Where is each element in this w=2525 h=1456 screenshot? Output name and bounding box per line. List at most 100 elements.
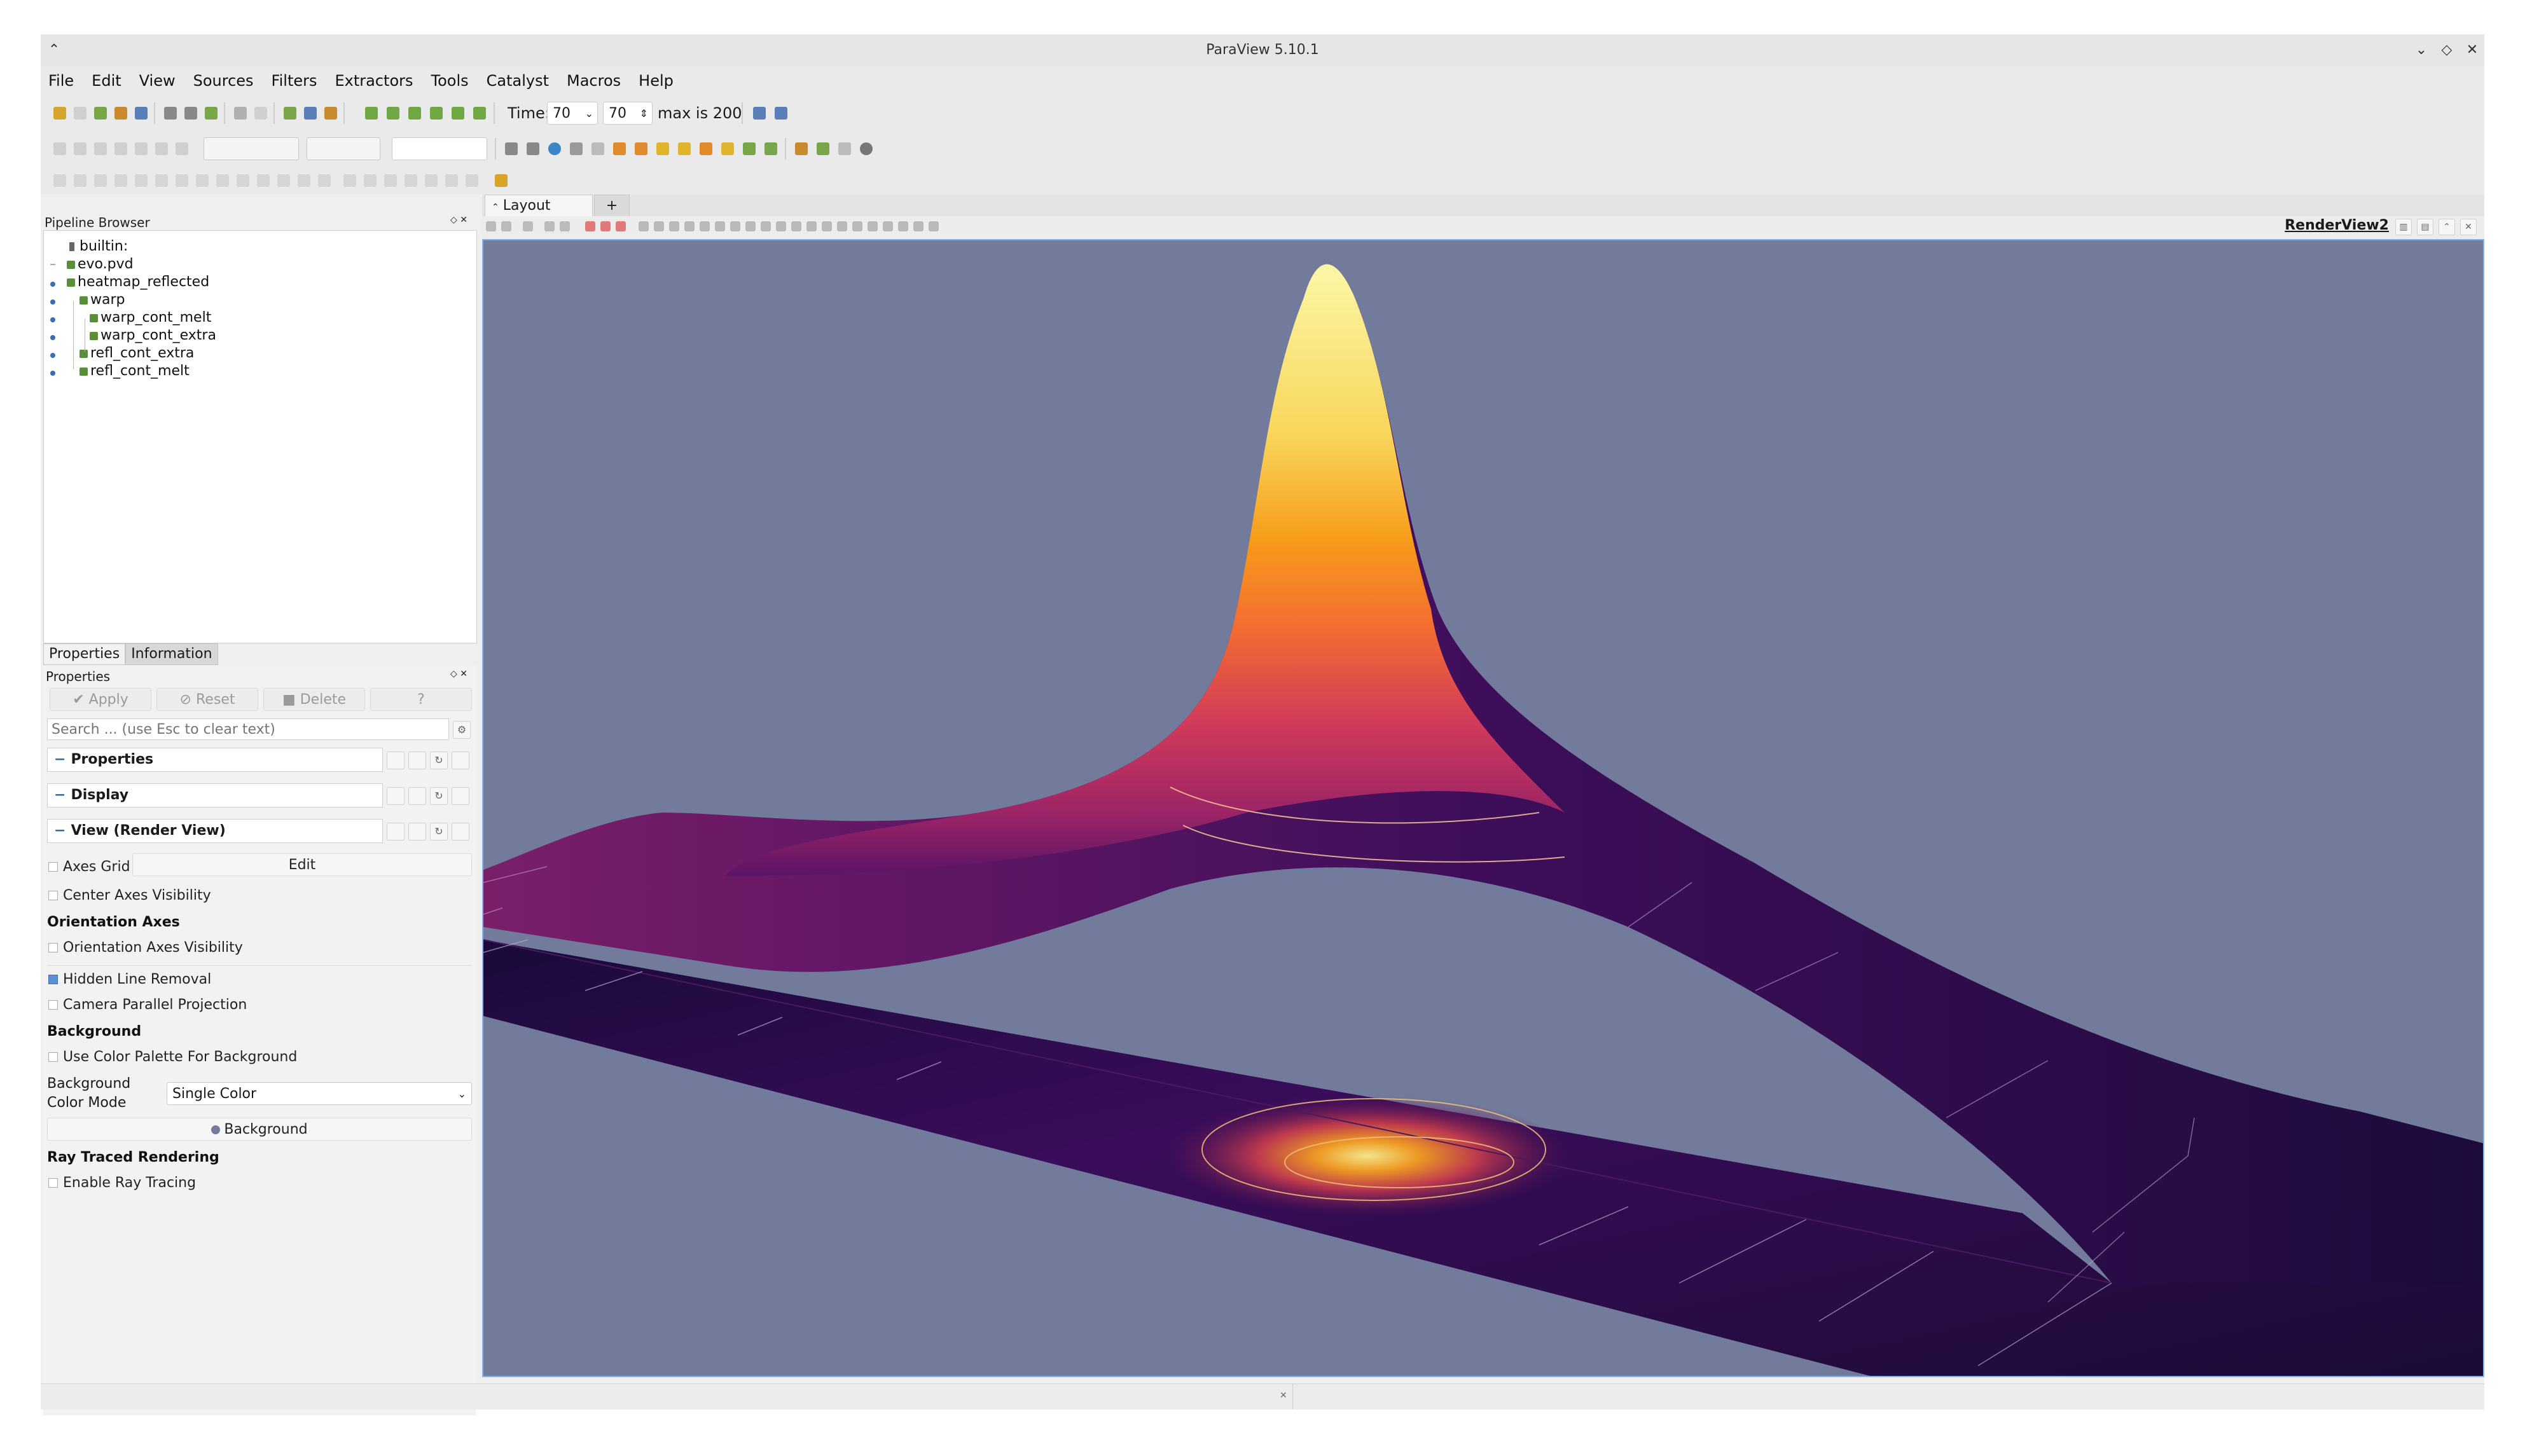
- ruler-icon[interactable]: [495, 174, 508, 187]
- bg-color-mode-select[interactable]: Single Color ⌄: [167, 1082, 472, 1105]
- rotate-icon[interactable]: [764, 142, 777, 155]
- filter-icon[interactable]: [257, 174, 270, 187]
- restore-icon[interactable]: ↻: [430, 823, 448, 841]
- select-icon[interactable]: [913, 221, 924, 231]
- filter-icon[interactable]: [176, 174, 188, 187]
- split-vertical-icon[interactable]: ▤: [2417, 219, 2433, 235]
- select-icon[interactable]: [822, 221, 832, 231]
- filter-icon[interactable]: [466, 174, 478, 187]
- view-tool-icon[interactable]: [544, 221, 555, 231]
- tab-properties[interactable]: Properties: [43, 643, 126, 665]
- first-frame-icon[interactable]: [365, 107, 378, 120]
- filter-icon[interactable]: [445, 174, 458, 187]
- pipeline-item-evo[interactable]: evo.pvd: [67, 256, 134, 272]
- orientation-axes-checkbox[interactable]: Orientation Axes Visibility: [48, 940, 243, 956]
- globe-icon[interactable]: [548, 142, 561, 155]
- macro-icon[interactable]: [184, 107, 197, 120]
- reset-button[interactable]: ⊘ Reset: [156, 688, 258, 711]
- select-icon[interactable]: [868, 221, 878, 231]
- copy-icon[interactable]: [387, 823, 405, 841]
- select-icon[interactable]: [883, 221, 893, 231]
- axis-icon[interactable]: [700, 142, 712, 155]
- undock-icon[interactable]: ◇ ✕: [450, 669, 467, 679]
- section-properties[interactable]: − Properties: [47, 748, 383, 772]
- pipeline-item-refl-cont-melt[interactable]: refl_cont_melt: [80, 363, 190, 379]
- select-icon[interactable]: [585, 221, 595, 231]
- select-icon[interactable]: [929, 221, 939, 231]
- zoom-icon[interactable]: [753, 107, 766, 120]
- trace-icon[interactable]: [205, 107, 218, 120]
- undock-icon[interactable]: ◇ ✕: [450, 215, 467, 225]
- background-color-button[interactable]: Background: [47, 1118, 472, 1141]
- select-icon[interactable]: [684, 221, 695, 231]
- help-button[interactable]: ?: [370, 688, 472, 711]
- filter-icon[interactable]: [384, 174, 397, 187]
- pipeline-item-heatmap-reflected[interactable]: heatmap_reflected: [67, 274, 209, 290]
- toolbar-icon[interactable]: [176, 142, 188, 155]
- minimize-icon[interactable]: ⌄: [2412, 41, 2431, 60]
- undo-icon[interactable]: [234, 107, 247, 120]
- color-by-combo[interactable]: [204, 137, 299, 160]
- axis-icon[interactable]: [721, 142, 734, 155]
- view-tool-icon[interactable]: [523, 221, 533, 231]
- time-value-combo[interactable]: 70 ⌄: [547, 102, 598, 125]
- filter-icon[interactable]: [298, 174, 310, 187]
- tab-layout-1[interactable]: ⌃Layout #1✕: [485, 195, 593, 237]
- section-display[interactable]: − Display: [47, 783, 383, 807]
- help-icon[interactable]: [135, 107, 148, 120]
- pipeline-item-warp-cont-extra[interactable]: warp_cont_extra: [90, 327, 216, 343]
- select-icon[interactable]: [791, 221, 801, 231]
- filter-icon[interactable]: [237, 174, 249, 187]
- select-icon[interactable]: [730, 221, 740, 231]
- copy-icon[interactable]: [387, 787, 405, 805]
- render-view[interactable]: [482, 239, 2484, 1377]
- maximize-icon[interactable]: ◇: [2437, 41, 2456, 60]
- toolbar-icon[interactable]: [838, 142, 851, 155]
- last-frame-icon[interactable]: [452, 107, 464, 120]
- restore-icon[interactable]: ↻: [430, 752, 448, 769]
- filter-icon[interactable]: [53, 174, 66, 187]
- menu-sources[interactable]: Sources: [184, 66, 263, 95]
- find-data-icon[interactable]: [304, 107, 317, 120]
- select-icon[interactable]: [616, 221, 626, 231]
- time-index-spinbox[interactable]: 70 ⇕: [603, 102, 653, 125]
- toolbar-icon[interactable]: [94, 142, 107, 155]
- paste-icon[interactable]: [408, 752, 426, 769]
- toolbar-icon[interactable]: [155, 142, 168, 155]
- component-combo[interactable]: [307, 137, 380, 160]
- axis-icon[interactable]: [678, 142, 691, 155]
- search-input[interactable]: [47, 718, 449, 740]
- close-view-icon[interactable]: ✕: [2460, 219, 2477, 235]
- filter-icon[interactable]: [318, 174, 331, 187]
- restore-icon[interactable]: ↻: [430, 787, 448, 805]
- view-tool-icon[interactable]: [501, 221, 511, 231]
- filter-icon[interactable]: [74, 174, 86, 187]
- eye-icon[interactable]: [50, 317, 55, 322]
- eye-icon[interactable]: [50, 299, 55, 305]
- axis-icon[interactable]: [656, 142, 669, 155]
- eye-icon[interactable]: [50, 335, 55, 340]
- add-layout-button[interactable]: +: [594, 195, 630, 216]
- camera-parallel-checkbox[interactable]: Camera Parallel Projection: [48, 997, 247, 1013]
- toolbar-icon[interactable]: [591, 142, 604, 155]
- eye-icon[interactable]: [50, 282, 55, 287]
- disconnect-icon[interactable]: [114, 107, 127, 120]
- gear-icon[interactable]: ⚙: [453, 721, 471, 739]
- filter-icon[interactable]: [114, 174, 127, 187]
- toolbar-icon[interactable]: [527, 142, 539, 155]
- save-icon[interactable]: [452, 752, 469, 769]
- connect-icon[interactable]: [94, 107, 107, 120]
- paste-icon[interactable]: [408, 823, 426, 841]
- select-icon[interactable]: [898, 221, 908, 231]
- filter-icon[interactable]: [94, 174, 107, 187]
- filter-icon[interactable]: [135, 174, 148, 187]
- eye-hidden-icon[interactable]: [50, 264, 55, 265]
- select-icon[interactable]: [669, 221, 679, 231]
- filter-icon[interactable]: [155, 174, 168, 187]
- menu-edit[interactable]: Edit: [83, 66, 130, 95]
- select-icon[interactable]: [654, 221, 664, 231]
- center-axes-checkbox[interactable]: Center Axes Visibility: [48, 888, 211, 903]
- select-icon[interactable]: [852, 221, 862, 231]
- select-icon[interactable]: [600, 221, 611, 231]
- save-state-icon[interactable]: [74, 107, 86, 120]
